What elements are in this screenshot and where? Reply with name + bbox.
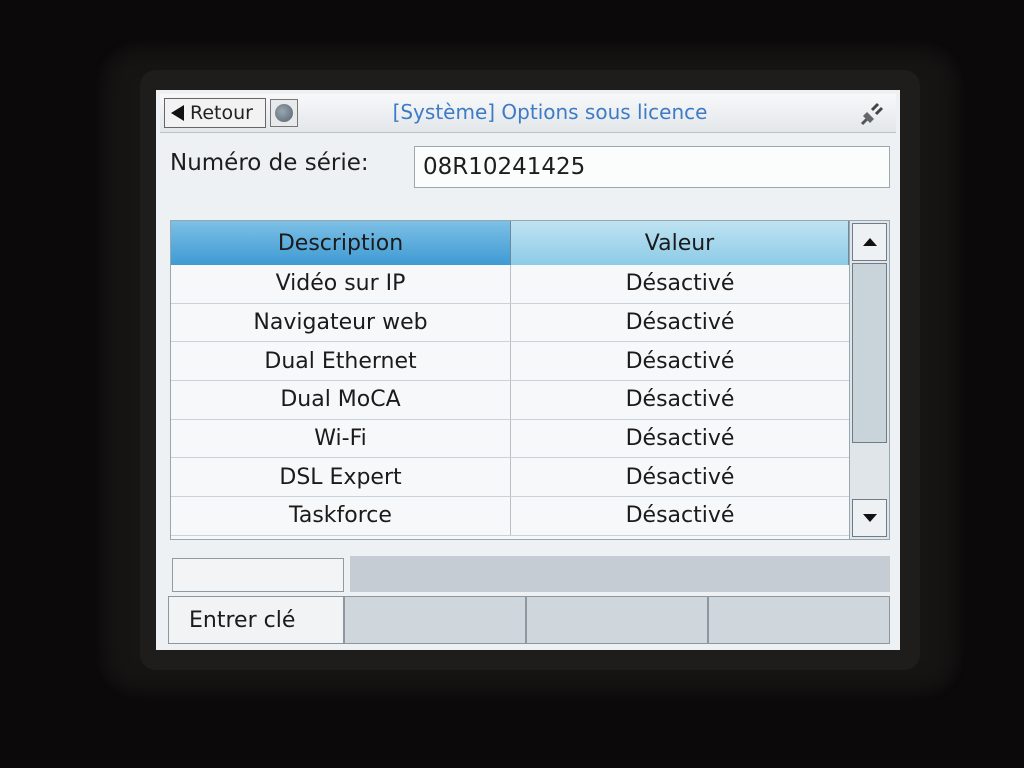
license-options-table: Description Valeur Vidéo sur IP Désactiv… [170,220,890,540]
row-description: Taskforce [171,497,511,535]
softkey-bar: Entrer clé [168,596,890,644]
scroll-down-icon [862,514,877,522]
softkey-2[interactable] [344,596,526,644]
page-title: [Système] Options sous licence [392,100,708,124]
row-description: Dual Ethernet [171,342,511,381]
table-row[interactable]: Vidéo sur IP Désactivé [171,265,849,304]
enter-key-button[interactable]: Entrer clé [168,596,344,644]
scroll-thumb[interactable] [852,263,887,443]
softkey-3[interactable] [526,596,708,644]
refresh-icon[interactable] [270,99,298,127]
scroll-down-button[interactable] [852,499,887,537]
scroll-up-button[interactable] [852,223,887,261]
row-description: Wi-Fi [171,419,511,458]
table-body: Vidéo sur IP Désactivé Navigateur web Dé… [171,265,849,536]
status-field [172,558,344,592]
status-bar [350,556,890,592]
column-header-description[interactable]: Description [171,221,511,265]
table-row[interactable]: Dual MoCA Désactivé [171,381,849,420]
table-row[interactable]: Dual Ethernet Désactivé [171,342,849,382]
left-arrow-icon [171,105,184,121]
row-value: Désactivé [625,464,735,490]
column-header-value[interactable]: Valeur [511,221,849,265]
table-row[interactable]: Taskforce Désactivé [171,497,849,536]
scroll-up-icon [862,238,877,246]
plug-icon [860,102,884,126]
serial-number-label: Numéro de série: [170,150,369,176]
table-row[interactable]: DSL Expert Désactivé [171,458,849,498]
row-value: Désactivé [625,348,735,374]
row-description: DSL Expert [171,458,511,497]
table-header: Description Valeur [171,221,849,265]
row-description: Vidéo sur IP [171,265,511,303]
title-bar: Retour [Système] Options sous licence [160,94,896,133]
row-value: Désactivé [625,310,735,336]
row-value: Désactivé [625,426,735,452]
row-description: Navigateur web [171,303,511,342]
back-button[interactable]: Retour [164,98,266,128]
serial-number-field: 08R10241425 [414,146,890,188]
back-label: Retour [190,102,253,124]
device-screen: Retour [Système] Options sous licence Nu… [156,90,900,650]
table-row[interactable]: Wi-Fi Désactivé [171,419,849,459]
table-scrollbar[interactable] [849,221,889,539]
table-row[interactable]: Navigateur web Désactivé [171,303,849,343]
row-description: Dual MoCA [171,381,511,419]
row-value: Désactivé [625,387,735,413]
row-value: Désactivé [625,271,735,297]
row-value: Désactivé [625,503,735,529]
softkey-4[interactable] [708,596,890,644]
